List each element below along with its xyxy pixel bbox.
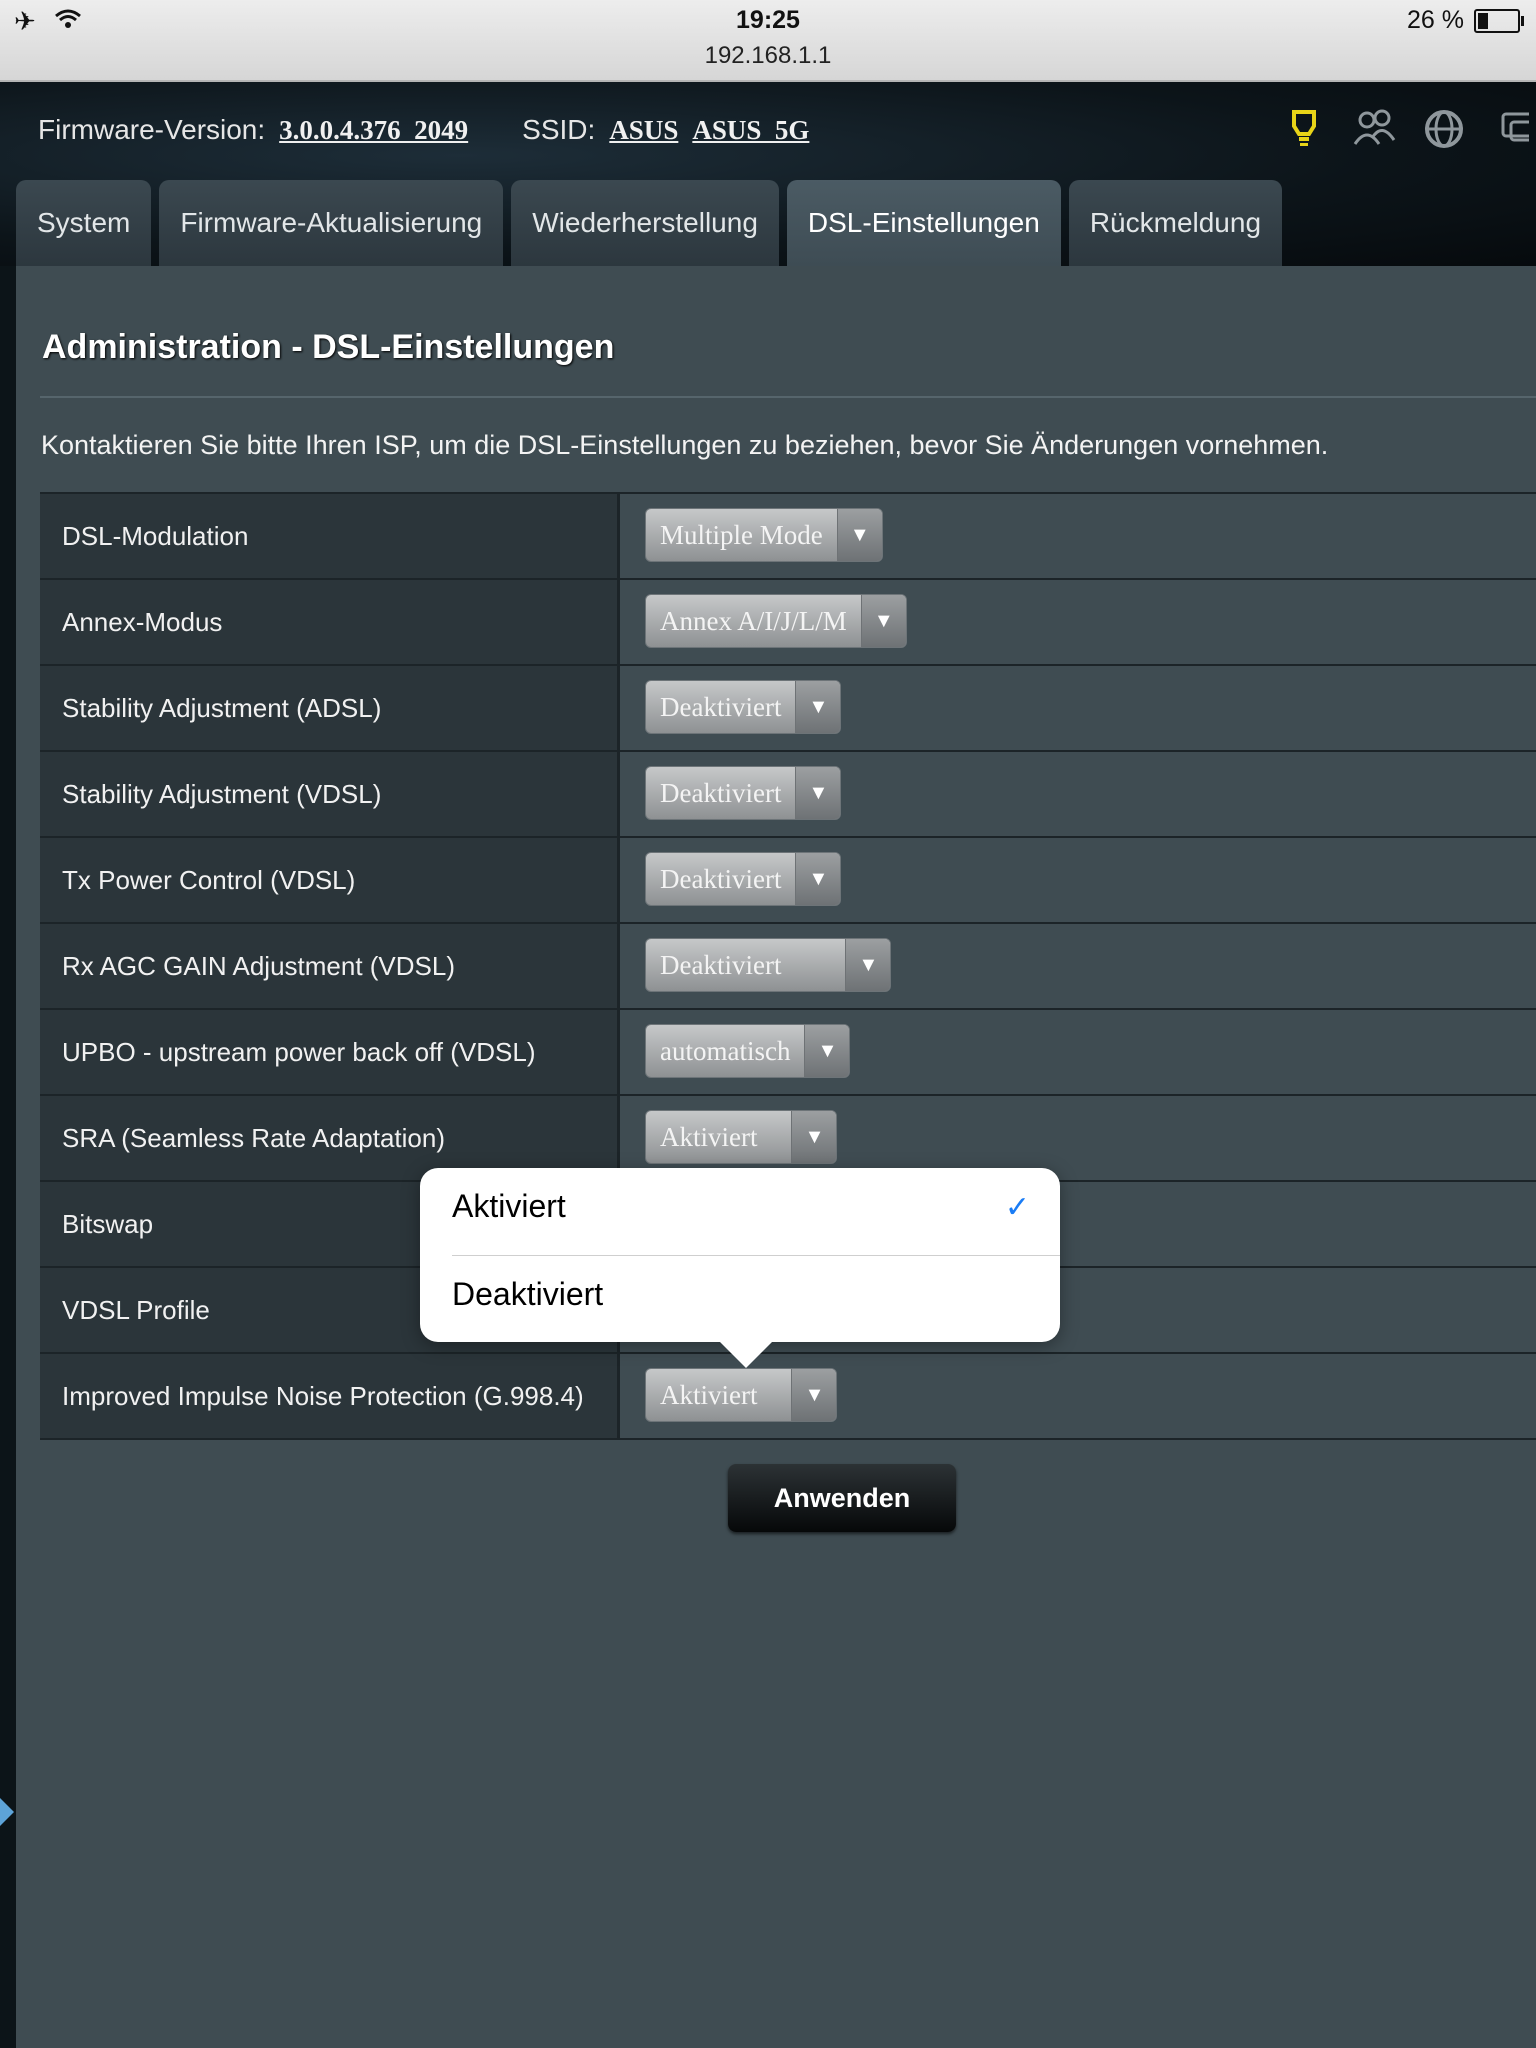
setting-row-inp: Improved Impulse Noise Protection (G.998…	[40, 1354, 1536, 1440]
dropdown-arrow-icon: ▼	[795, 767, 841, 819]
setting-label: Rx AGC GAIN Adjustment (VDSL)	[40, 924, 620, 1008]
tab-feedback[interactable]: Rückmeldung	[1068, 180, 1283, 266]
intro-text: Kontaktieren Sie bitte Ihren ISP, um die…	[41, 430, 1329, 460]
dropdown-arrow-icon: ▼	[860, 595, 906, 647]
address-bar-url[interactable]: 192.168.1.1	[0, 42, 1536, 70]
router-header: Firmware-Version: 3.0.0.4.376_2049 SSID:…	[0, 82, 1536, 266]
setting-label: Tx Power Control (VDSL)	[40, 838, 620, 922]
status-time: 19:25	[736, 6, 800, 34]
setting-row-annex: Annex-Modus Annex A/I/J/L/M ▼	[40, 580, 1536, 666]
page-title: Administration - DSL-Einstellungen	[42, 328, 615, 366]
apply-button[interactable]: Anwenden	[728, 1464, 956, 1532]
tab-dsl-settings[interactable]: DSL-Einstellungen	[786, 180, 1061, 266]
left-edge	[0, 266, 16, 2048]
dropdown-arrow-icon: ▼	[791, 1369, 837, 1421]
popover-option-aktiviert[interactable]: Aktiviert	[452, 1188, 566, 1225]
ssid-label: SSID:	[522, 114, 596, 145]
rx-agc-select[interactable]: Deaktiviert ▼	[645, 938, 892, 992]
tab-system[interactable]: System	[16, 180, 152, 266]
clients-icon[interactable]	[1352, 108, 1396, 152]
setting-row-upbo: UPBO - upstream power back off (VDSL) au…	[40, 1010, 1536, 1096]
stability-vdsl-select[interactable]: Deaktiviert ▼	[645, 766, 842, 820]
inp-select[interactable]: Aktiviert ▼	[645, 1368, 838, 1422]
setting-label: Stability Adjustment (VDSL)	[40, 752, 620, 836]
setting-row-stability-vdsl: Stability Adjustment (VDSL) Deaktiviert ▼	[40, 752, 1536, 838]
stability-adsl-select[interactable]: Deaktiviert ▼	[645, 680, 842, 734]
main-panel: Administration - DSL-Einstellungen Konta…	[16, 266, 1536, 2048]
dropdown-arrow-icon: ▼	[791, 1111, 837, 1163]
setting-label: DSL-Modulation	[40, 494, 620, 578]
setting-label: Improved Impulse Noise Protection (G.998…	[40, 1354, 620, 1438]
monitor-icon[interactable]	[1492, 108, 1536, 152]
dropdown-arrow-icon: ▼	[836, 509, 882, 561]
select-popover: Aktiviert ✓ Deaktiviert	[420, 1168, 1060, 1368]
popover-option-deaktiviert[interactable]: Deaktiviert	[452, 1276, 603, 1313]
sra-select[interactable]: Aktiviert ▼	[645, 1110, 838, 1164]
dropdown-arrow-icon: ▼	[795, 681, 841, 733]
checkmark-icon: ✓	[1004, 1191, 1030, 1224]
setting-row-dsl-modulation: DSL-Modulation Multiple Mode ▼	[40, 494, 1536, 580]
setting-label: UPBO - upstream power back off (VDSL)	[40, 1010, 620, 1094]
setting-label: Stability Adjustment (ADSL)	[40, 666, 620, 750]
annex-select[interactable]: Annex A/I/J/L/M ▼	[645, 594, 907, 648]
status-icons-right: 26 %	[1407, 6, 1524, 35]
dropdown-arrow-icon: ▼	[845, 939, 891, 991]
setting-row-rx-agc: Rx AGC GAIN Adjustment (VDSL) Deaktivier…	[40, 924, 1536, 1010]
dropdown-arrow-icon: ▼	[795, 853, 841, 905]
upbo-select[interactable]: automatisch ▼	[645, 1024, 851, 1078]
setting-row-stability-adsl: Stability Adjustment (ADSL) Deaktiviert ▼	[40, 666, 1536, 752]
ssid-link-1[interactable]: ASUS	[609, 115, 678, 146]
dropdown-arrow-icon: ▼	[804, 1025, 850, 1077]
setting-row-tx-power: Tx Power Control (VDSL) Deaktiviert ▼	[40, 838, 1536, 924]
expand-arrow-icon[interactable]	[0, 1798, 14, 1826]
setting-label: Annex-Modus	[40, 580, 620, 664]
tab-firmware-update[interactable]: Firmware-Aktualisierung	[159, 180, 504, 266]
status-bar: ✈ 19:25 192.168.1.1 26 %	[0, 0, 1536, 82]
globe-icon[interactable]	[1422, 108, 1466, 152]
dsl-modulation-select[interactable]: Multiple Mode ▼	[645, 508, 883, 562]
tx-power-select[interactable]: Deaktiviert ▼	[645, 852, 842, 906]
battery-icon	[1474, 8, 1524, 33]
ssid-link-2[interactable]: ASUS_5G	[692, 115, 809, 146]
tab-restore[interactable]: Wiederherstellung	[511, 180, 779, 266]
header-icons	[1282, 108, 1536, 152]
divider	[452, 1255, 1060, 1256]
bulb-icon[interactable]	[1282, 108, 1326, 152]
firmware-version-link[interactable]: 3.0.0.4.376_2049	[279, 115, 468, 146]
divider	[40, 396, 1536, 398]
firmware-ssid-line: Firmware-Version: 3.0.0.4.376_2049 SSID:…	[38, 114, 809, 146]
battery-percent: 26 %	[1407, 6, 1464, 34]
firmware-label: Firmware-Version:	[38, 114, 266, 145]
admin-tabs: System Firmware-Aktualisierung Wiederher…	[16, 180, 1283, 266]
